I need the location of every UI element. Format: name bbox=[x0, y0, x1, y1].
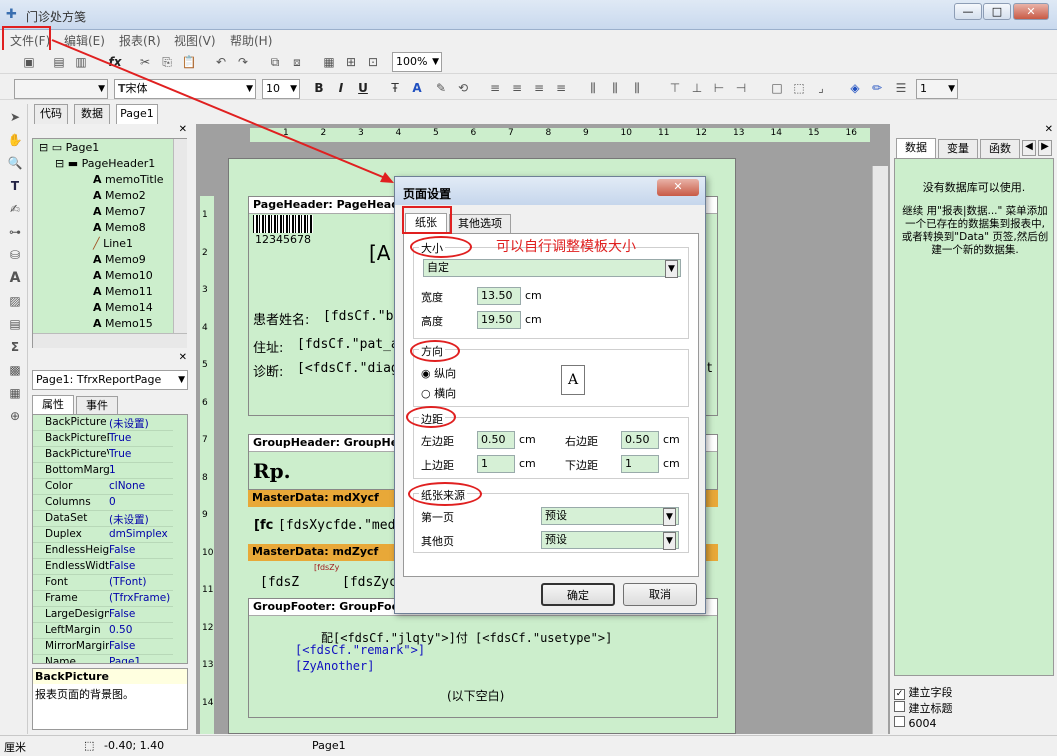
status-bar: 厘米 ⬚ -0.40; 1.40 Page1 bbox=[0, 735, 1057, 756]
status-coords: -0.40; 1.40 bbox=[104, 739, 165, 752]
status-unit: 厘米 bbox=[4, 741, 26, 754]
coords-icon: ⬚ bbox=[84, 739, 95, 752]
status-page: Page1 bbox=[312, 739, 346, 752]
annotation-arrow bbox=[51, 39, 394, 183]
